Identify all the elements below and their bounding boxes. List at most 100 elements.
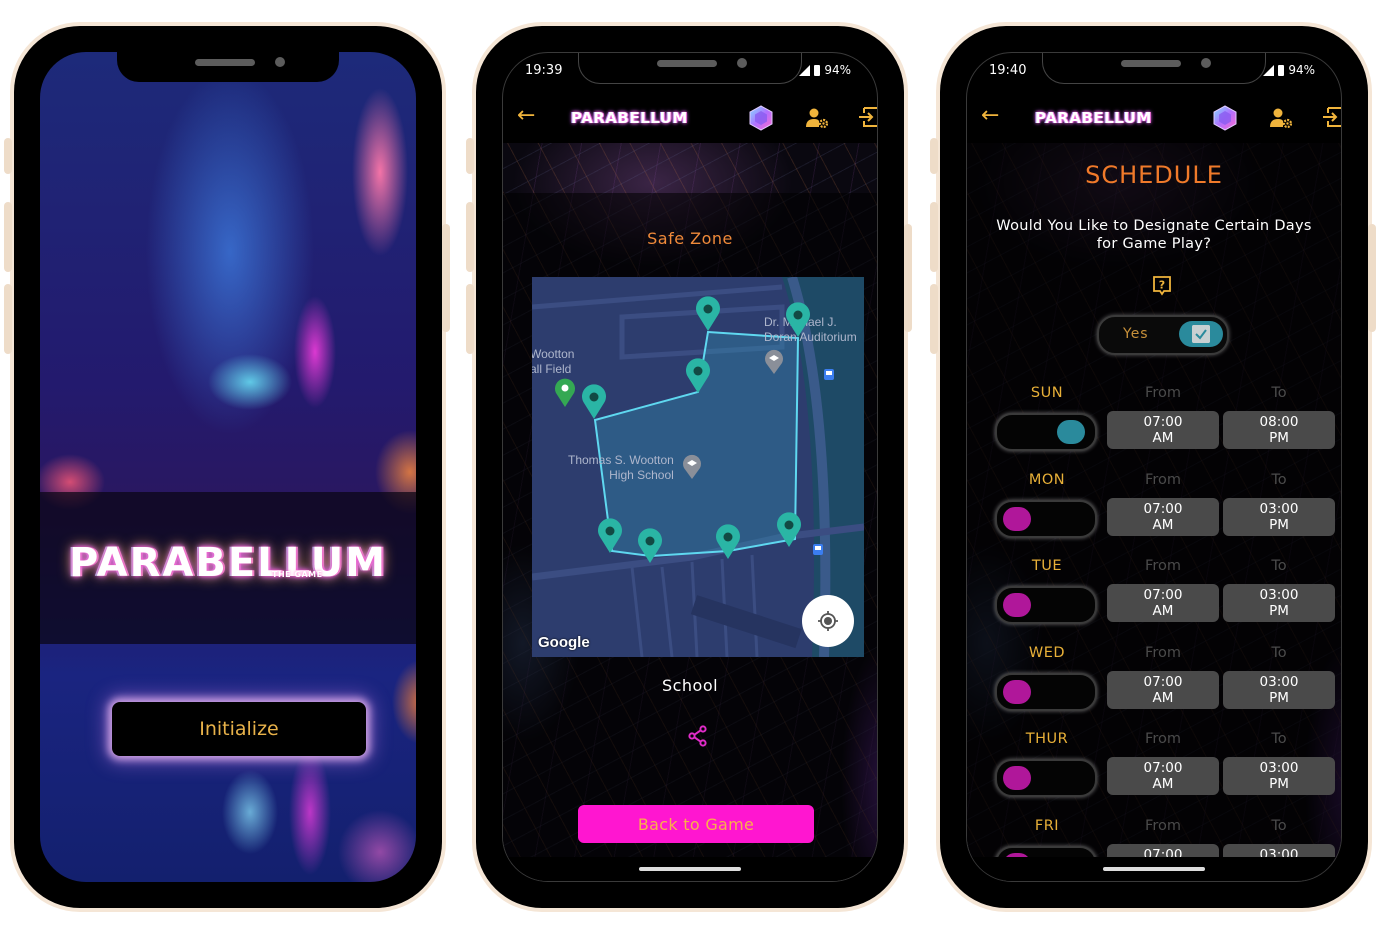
gem-icon[interactable] <box>749 105 773 131</box>
zone-marker <box>716 524 740 559</box>
from-label: From <box>1145 385 1181 401</box>
phone-bezel: 19:40 94% ← PARABELLUM SCHEDULE Would Yo… <box>940 26 1368 908</box>
to-label: To <box>1271 644 1287 661</box>
to-time-picker[interactable]: 03:00PM <box>1223 584 1335 623</box>
schedule-question: Would You Like to Designate Certain Days… <box>996 218 1312 252</box>
my-location-button[interactable] <box>802 595 854 647</box>
to-time: 03:00 <box>1259 500 1299 517</box>
speaker <box>657 60 717 67</box>
from-time-picker[interactable]: 07:00AM <box>1107 411 1219 449</box>
phone-splash: PARABELLUM THE GAME Initialize <box>4 22 450 912</box>
back-arrow-icon[interactable]: ← <box>517 103 535 128</box>
day-enabled-toggle[interactable] <box>995 413 1097 451</box>
share-icon[interactable] <box>687 725 709 747</box>
to-time-picker[interactable]: 03:00PM <box>1223 757 1335 796</box>
initialize-button[interactable]: Initialize <box>112 702 366 756</box>
day-row-thur: THUR From To 07:00 AM 03:00 PM <box>967 731 1341 817</box>
checkmark-icon <box>1192 325 1210 343</box>
day-enabled-toggle[interactable] <box>995 499 1097 538</box>
user-settings-icon[interactable] <box>805 107 829 129</box>
from-time: 07:00 <box>1143 414 1183 430</box>
designate-days-toggle[interactable]: Yes <box>1097 315 1229 355</box>
game-logo: PARABELLUM <box>68 540 387 586</box>
exit-icon[interactable] <box>1321 105 1342 129</box>
to-time: 03:00 <box>1259 760 1299 777</box>
day-row-tue: TUE From To 07:00 AM 03:00 PM <box>967 558 1341 644</box>
day-enabled-toggle[interactable] <box>995 672 1097 711</box>
help-icon[interactable]: ? <box>1152 275 1172 297</box>
back-to-game-button[interactable]: Back to Game <box>578 805 814 843</box>
splash-screen: PARABELLUM THE GAME Initialize <box>40 52 416 882</box>
app-bar: ← PARABELLUM <box>503 95 877 143</box>
day-name: FRI <box>1034 818 1060 834</box>
to-label: To <box>1271 558 1287 575</box>
signal-icon <box>799 64 811 76</box>
game-logo-subtitle: THE GAME <box>272 570 323 579</box>
from-time: 07:00 <box>1143 673 1183 690</box>
to-label: To <box>1271 731 1287 748</box>
toggle-knob <box>1003 593 1031 618</box>
user-location-marker <box>555 378 575 407</box>
from-time-picker[interactable]: 07:00AM <box>1107 757 1219 796</box>
to-time-picker[interactable]: 03:00PM <box>1223 497 1335 536</box>
app-bar: ← PARABELLUM <box>967 95 1341 143</box>
zone-marker <box>582 384 606 419</box>
day-name: SUN <box>1030 385 1064 401</box>
to-time-picker[interactable]: 08:00 PM <box>1223 411 1335 449</box>
from-ampm: AM <box>1152 430 1174 446</box>
day-name: TUE <box>1031 558 1063 575</box>
phone-volume-up-button <box>4 202 12 272</box>
status-icons: 94% <box>1263 63 1315 77</box>
phone-side-button <box>930 138 938 174</box>
day-enabled-toggle[interactable] <box>995 759 1097 798</box>
phone-bezel: PARABELLUM THE GAME Initialize <box>14 26 442 908</box>
user-settings-icon[interactable] <box>1269 107 1293 129</box>
to-time-picker[interactable]: 03:00PM <box>1223 670 1335 709</box>
day-row-mon: MON From To 07:00 AM 03:00 PM <box>967 472 1341 558</box>
gem-icon[interactable] <box>1213 105 1237 131</box>
from-label: From <box>1145 731 1181 748</box>
phone-power-button <box>1368 224 1376 332</box>
zone-marker <box>786 302 810 337</box>
schedule-screen: 19:40 94% ← PARABELLUM SCHEDULE Would Yo… <box>966 52 1342 882</box>
from-label: From <box>1145 558 1181 575</box>
day-enabled-toggle[interactable] <box>995 586 1097 625</box>
google-attribution: Google <box>538 634 590 651</box>
back-arrow-icon[interactable]: ← <box>981 103 999 128</box>
to-label: To <box>1271 471 1287 488</box>
safe-zone-map[interactable]: Wootton all Field Dr. Michael J. Doran A… <box>532 277 864 657</box>
zone-name: School <box>661 676 719 695</box>
safe-zone-screen: 19:39 94% ← PARABELLUM Safe Zone Wootton… <box>502 52 878 882</box>
toggle-knob <box>1179 321 1223 347</box>
from-ampm: AM <box>1152 516 1174 533</box>
day-name: MON <box>1028 471 1066 488</box>
from-time: 07:00 <box>1143 500 1183 517</box>
from-time-picker[interactable]: 07:00AM <box>1107 497 1219 536</box>
to-label: To <box>1271 385 1287 401</box>
from-time-picker[interactable]: 07:00AM <box>1107 670 1219 709</box>
from-time-picker[interactable]: 07:00AM <box>1107 584 1219 623</box>
from-ampm: AM <box>1152 689 1174 706</box>
exit-icon[interactable] <box>857 105 878 129</box>
camera <box>275 57 285 67</box>
battery-level: 94% <box>1288 63 1315 77</box>
phone-volume-up-button <box>466 202 474 272</box>
home-indicator[interactable] <box>1103 867 1205 871</box>
my-location-icon <box>818 611 838 631</box>
day-name: THUR <box>1025 731 1069 748</box>
day-row-sun: SUN From To 07:00 AM 08:00 PM <box>967 385 1341 471</box>
phone-power-button <box>904 224 912 332</box>
phone-side-button <box>4 138 12 174</box>
home-indicator[interactable] <box>639 867 741 871</box>
zone-marker <box>696 296 720 331</box>
phone-side-button <box>466 138 474 174</box>
speaker <box>1121 60 1181 67</box>
to-label: To <box>1271 818 1287 834</box>
phone-bezel: 19:39 94% ← PARABELLUM Safe Zone Wootton… <box>476 26 904 908</box>
status-icons: 94% <box>799 63 851 77</box>
notch <box>117 52 339 82</box>
phone-safe-zone: 19:39 94% ← PARABELLUM Safe Zone Wootton… <box>466 22 912 912</box>
from-label: From <box>1145 471 1181 488</box>
to-time: 08:00 <box>1259 414 1299 430</box>
signal-icon <box>1263 64 1275 76</box>
